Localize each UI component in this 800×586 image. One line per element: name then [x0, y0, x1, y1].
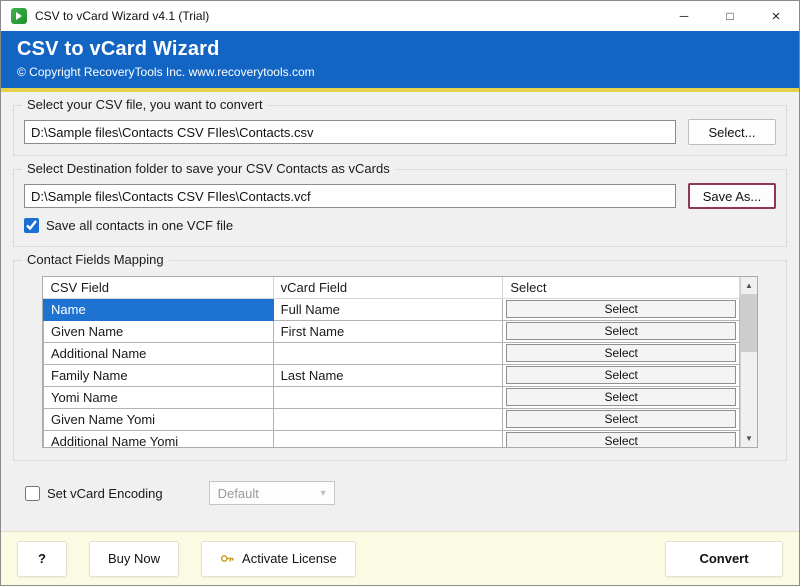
csv-field-cell[interactable]: Family Name: [44, 364, 274, 386]
vcard-field-cell[interactable]: Last Name: [273, 364, 503, 386]
select-cell: Select: [503, 320, 740, 342]
encoding-checkbox-label: Set vCard Encoding: [47, 486, 163, 501]
row-select-button[interactable]: Select: [506, 366, 736, 384]
select-cell: Select: [503, 408, 740, 430]
select-cell: Select: [503, 342, 740, 364]
single-vcf-checkbox-row[interactable]: Save all contacts in one VCF file: [24, 218, 233, 233]
scrollbar-track[interactable]: [741, 352, 757, 430]
table-row[interactable]: Additional Name Select: [44, 342, 740, 364]
maximize-icon: □: [726, 9, 733, 23]
mapping-group-label: Contact Fields Mapping: [22, 252, 169, 267]
scrollbar-thumb[interactable]: [741, 294, 757, 352]
row-select-button[interactable]: Select: [506, 300, 736, 318]
csv-field-cell[interactable]: Yomi Name: [44, 386, 274, 408]
mapping-group: Contact Fields Mapping CSV Field vCard F…: [13, 260, 787, 461]
table-row[interactable]: Name Full Name Select: [44, 298, 740, 320]
app-title: CSV to vCard Wizard: [17, 38, 783, 61]
footer-bar: ? Buy Now Activate License Convert: [1, 531, 799, 585]
destination-group: Select Destination folder to save your C…: [13, 169, 787, 247]
encoding-row: Set vCard Encoding Default ▾: [25, 481, 775, 505]
column-header-csv-field[interactable]: CSV Field: [44, 277, 274, 298]
maximize-button[interactable]: □: [707, 1, 753, 31]
table-row[interactable]: Given Name Yomi Select: [44, 408, 740, 430]
buy-now-button[interactable]: Buy Now: [89, 541, 179, 577]
csv-field-cell[interactable]: Additional Name Yomi: [44, 430, 274, 448]
vcard-field-cell[interactable]: [273, 430, 503, 448]
app-window: CSV to vCard Wizard v4.1 (Trial) ─ □ × C…: [0, 0, 800, 586]
source-group-label: Select your CSV file, you want to conver…: [22, 97, 268, 112]
mapping-table: CSV Field vCard Field Select Name Full N…: [42, 276, 758, 448]
column-header-select[interactable]: Select: [503, 277, 740, 298]
vcf-path-input[interactable]: [24, 184, 676, 208]
csv-path-input[interactable]: [24, 120, 676, 144]
activate-license-label: Activate License: [242, 551, 337, 566]
scroll-down-icon[interactable]: ▼: [741, 430, 757, 447]
activate-license-button[interactable]: Activate License: [201, 541, 356, 577]
vcard-field-cell[interactable]: [273, 342, 503, 364]
csv-field-cell[interactable]: Given Name: [44, 320, 274, 342]
row-select-button[interactable]: Select: [506, 322, 736, 340]
app-header: CSV to vCard Wizard © Copyright Recovery…: [1, 31, 799, 92]
minimize-icon: ─: [680, 9, 689, 23]
vcard-field-cell[interactable]: [273, 386, 503, 408]
select-cell: Select: [503, 298, 740, 320]
select-cell: Select: [503, 386, 740, 408]
row-select-button[interactable]: Select: [506, 388, 736, 406]
table-row[interactable]: Family Name Last Name Select: [44, 364, 740, 386]
single-vcf-checkbox-label: Save all contacts in one VCF file: [46, 218, 233, 233]
copyright-text: © Copyright RecoveryTools Inc. www.recov…: [17, 65, 783, 79]
encoding-checkbox-row[interactable]: Set vCard Encoding: [25, 486, 163, 501]
table-row[interactable]: Additional Name Yomi Select: [44, 430, 740, 448]
destination-group-label: Select Destination folder to save your C…: [22, 161, 395, 176]
select-csv-button[interactable]: Select...: [688, 119, 776, 145]
table-header-row: CSV Field vCard Field Select: [44, 277, 740, 298]
minimize-button[interactable]: ─: [661, 1, 707, 31]
key-icon: [220, 551, 235, 566]
scroll-up-icon[interactable]: ▲: [741, 277, 757, 294]
encoding-dropdown-value: Default: [218, 486, 259, 501]
row-select-button[interactable]: Select: [506, 344, 736, 362]
csv-field-cell[interactable]: Additional Name: [44, 342, 274, 364]
vcard-field-cell[interactable]: Full Name: [273, 298, 503, 320]
help-button[interactable]: ?: [17, 541, 67, 577]
table-row[interactable]: Yomi Name Select: [44, 386, 740, 408]
vcard-field-cell[interactable]: [273, 408, 503, 430]
single-vcf-checkbox[interactable]: [24, 218, 39, 233]
encoding-checkbox[interactable]: [25, 486, 40, 501]
chevron-down-icon: ▾: [321, 488, 326, 499]
convert-button[interactable]: Convert: [665, 541, 783, 577]
encoding-dropdown[interactable]: Default ▾: [209, 481, 335, 505]
csv-field-cell[interactable]: Given Name Yomi: [44, 408, 274, 430]
close-button[interactable]: ×: [753, 1, 799, 31]
table-scrollbar[interactable]: ▲ ▼: [740, 277, 757, 447]
title-bar: CSV to vCard Wizard v4.1 (Trial) ─ □ ×: [1, 1, 799, 31]
vcard-field-cell[interactable]: First Name: [273, 320, 503, 342]
row-select-button[interactable]: Select: [506, 432, 736, 448]
row-select-button[interactable]: Select: [506, 410, 736, 428]
select-cell: Select: [503, 430, 740, 448]
select-cell: Select: [503, 364, 740, 386]
column-header-vcard-field[interactable]: vCard Field: [273, 277, 503, 298]
table-row[interactable]: Given Name First Name Select: [44, 320, 740, 342]
source-group: Select your CSV file, you want to conver…: [13, 105, 787, 156]
save-as-button[interactable]: Save As...: [688, 183, 776, 209]
csv-field-cell[interactable]: Name: [44, 298, 274, 320]
window-controls: ─ □ ×: [661, 1, 799, 31]
close-icon: ×: [772, 8, 781, 25]
window-title: CSV to vCard Wizard v4.1 (Trial): [35, 9, 209, 23]
app-icon: [11, 8, 27, 24]
